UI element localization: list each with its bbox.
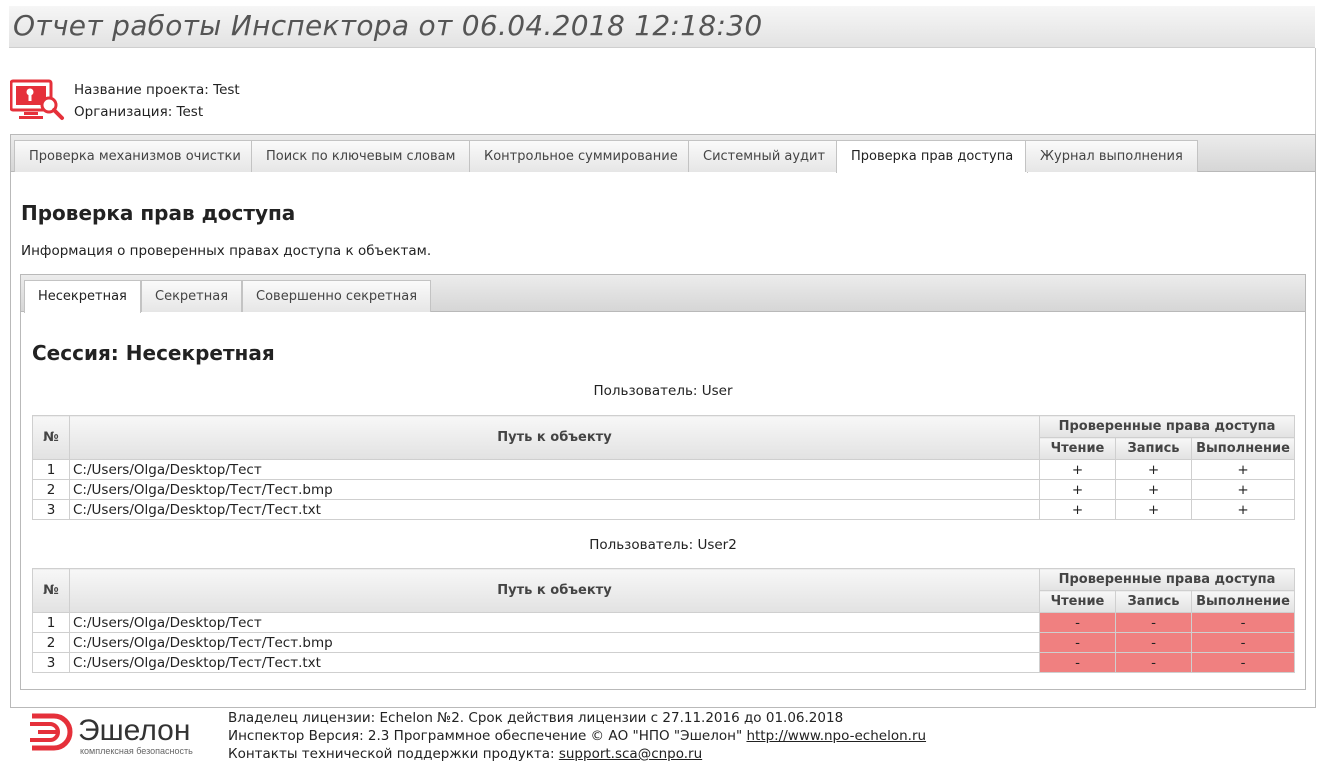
column-header-exec: Выполнение bbox=[1191, 437, 1295, 460]
write-right: - bbox=[1115, 632, 1192, 653]
echelon-logo-tagline: комплексная безопасность bbox=[80, 746, 193, 756]
website-link[interactable]: http://www.npo-echelon.ru bbox=[746, 728, 926, 744]
column-header-rights-group: Проверенные права доступа bbox=[1039, 415, 1295, 438]
column-header-read: Чтение bbox=[1039, 437, 1116, 460]
column-header-num: № bbox=[32, 415, 70, 460]
row-number: 1 bbox=[32, 459, 70, 480]
report-page: Отчет работы Инспектора от 06.04.2018 12… bbox=[0, 0, 1324, 771]
panel-description: Информация о проверенных правах доступа … bbox=[21, 243, 432, 259]
tab-keyword-search[interactable]: Поиск по ключевым словам bbox=[251, 140, 471, 172]
column-header-write: Запись bbox=[1115, 437, 1192, 460]
column-header-num: № bbox=[32, 568, 70, 613]
object-path: C:/Users/Olga/Desktop/Тест/Тест.bmp bbox=[69, 479, 1040, 500]
license-info: Владелец лицензии: Echelon №2. Срок дейс… bbox=[228, 710, 844, 726]
object-path: C:/Users/Olga/Desktop/Тест bbox=[69, 612, 1040, 633]
exec-right: - bbox=[1191, 632, 1295, 653]
right-divider bbox=[1315, 48, 1316, 137]
row-number: 2 bbox=[32, 479, 70, 500]
access-rights-table: № Путь к объекту Проверенные права досту… bbox=[32, 415, 1295, 520]
row-number: 2 bbox=[32, 632, 70, 653]
session-tabbar: Несекретная Секретная Совершенно секретн… bbox=[21, 275, 1305, 313]
column-header-read: Чтение bbox=[1039, 590, 1116, 613]
session-title: Сессия: Несекретная bbox=[32, 341, 275, 365]
object-path: C:/Users/Olga/Desktop/Тест bbox=[69, 459, 1040, 480]
write-right: - bbox=[1115, 612, 1192, 633]
object-path: C:/Users/Olga/Desktop/Тест/Тест.txt bbox=[69, 499, 1040, 520]
write-right: + bbox=[1115, 479, 1192, 500]
table-row: 3 C:/Users/Olga/Desktop/Тест/Тест.txt - … bbox=[32, 652, 1295, 673]
support-info: Контакты технической поддержки продукта:… bbox=[228, 745, 926, 763]
table-row: 2 C:/Users/Olga/Desktop/Тест/Тест.bmp + … bbox=[32, 479, 1295, 500]
exec-right: - bbox=[1191, 612, 1295, 633]
user-caption: Пользователь: User bbox=[593, 383, 733, 399]
report-title: Отчет работы Инспектора от 06.04.2018 12… bbox=[13, 9, 763, 42]
table-row: 2 C:/Users/Olga/Desktop/Тест/Тест.bmp - … bbox=[32, 632, 1295, 653]
object-path: C:/Users/Olga/Desktop/Тест/Тест.txt bbox=[69, 652, 1040, 673]
read-right: - bbox=[1039, 612, 1116, 633]
exec-right: + bbox=[1191, 499, 1295, 520]
read-right: + bbox=[1039, 459, 1116, 480]
table-row: 1 C:/Users/Olga/Desktop/Тест + + + bbox=[32, 459, 1295, 480]
user-caption: Пользователь: User2 bbox=[589, 537, 737, 553]
column-header-path: Путь к объекту bbox=[69, 568, 1040, 613]
column-header-write: Запись bbox=[1115, 590, 1192, 613]
object-path: C:/Users/Olga/Desktop/Тест/Тест.bmp bbox=[69, 632, 1040, 653]
project-info: Название проекта: Test Организация: Test bbox=[74, 79, 240, 123]
organization-name: Организация: Test bbox=[74, 104, 204, 120]
column-header-path: Путь к объекту bbox=[69, 415, 1040, 460]
report-title-bar: Отчет работы Инспектора от 06.04.2018 12… bbox=[9, 6, 1315, 48]
exec-right: - bbox=[1191, 652, 1295, 673]
write-right: + bbox=[1115, 459, 1192, 480]
column-header-exec: Выполнение bbox=[1191, 590, 1295, 613]
report-tabs-container: Проверка механизмов очистки Поиск по клю… bbox=[10, 134, 1316, 708]
support-text: Контакты технической поддержки продукта: bbox=[228, 746, 559, 762]
tab-session-secret[interactable]: Секретная bbox=[141, 280, 243, 312]
panel-title: Проверка прав доступа bbox=[21, 201, 296, 225]
read-right: + bbox=[1039, 499, 1116, 520]
report-tabbar: Проверка механизмов очистки Поиск по клю… bbox=[11, 135, 1315, 173]
read-right: - bbox=[1039, 632, 1116, 653]
support-email-link[interactable]: support.sca@cnpo.ru bbox=[559, 746, 702, 762]
write-right: - bbox=[1115, 652, 1192, 673]
row-number: 1 bbox=[32, 612, 70, 633]
table-row: 1 C:/Users/Olga/Desktop/Тест - - - bbox=[32, 612, 1295, 633]
column-header-rights-group: Проверенные права доступа bbox=[1039, 568, 1295, 591]
project-inspector-icon bbox=[9, 78, 68, 122]
tab-session-top-secret[interactable]: Совершенно секретная bbox=[242, 280, 432, 312]
table-row: 3 C:/Users/Olga/Desktop/Тест/Тест.txt + … bbox=[32, 499, 1295, 520]
read-right: - bbox=[1039, 652, 1116, 673]
write-right: + bbox=[1115, 499, 1192, 520]
tab-access-rights[interactable]: Проверка прав доступа bbox=[836, 140, 1029, 173]
read-right: + bbox=[1039, 479, 1116, 500]
footer-info: Владелец лицензии: Echelon №2. Срок дейс… bbox=[228, 709, 926, 763]
tab-session-unclassified[interactable]: Несекретная bbox=[24, 280, 141, 313]
tab-system-audit[interactable]: Системный аудит bbox=[688, 140, 841, 172]
access-rights-table: № Путь к объекту Проверенные права досту… bbox=[32, 568, 1295, 673]
tab-cleanup-check[interactable]: Проверка механизмов очистки bbox=[14, 140, 256, 172]
echelon-logo-name: Эшелон bbox=[78, 714, 190, 747]
session-tabs-container: Несекретная Секретная Совершенно секретн… bbox=[20, 274, 1306, 690]
tab-checksum[interactable]: Контрольное суммирование bbox=[469, 140, 693, 172]
row-number: 3 bbox=[32, 499, 70, 520]
row-number: 3 bbox=[32, 652, 70, 673]
version-text: Инспектор Версия: 2.3 Программное обеспе… bbox=[228, 728, 747, 744]
project-name: Название проекта: Test bbox=[74, 82, 240, 98]
exec-right: + bbox=[1191, 479, 1295, 500]
version-info: Инспектор Версия: 2.3 Программное обеспе… bbox=[228, 727, 926, 745]
echelon-logo: Эшелон комплексная безопасность bbox=[28, 712, 208, 760]
tab-execution-log[interactable]: Журнал выполнения bbox=[1025, 140, 1198, 172]
exec-right: + bbox=[1191, 459, 1295, 480]
